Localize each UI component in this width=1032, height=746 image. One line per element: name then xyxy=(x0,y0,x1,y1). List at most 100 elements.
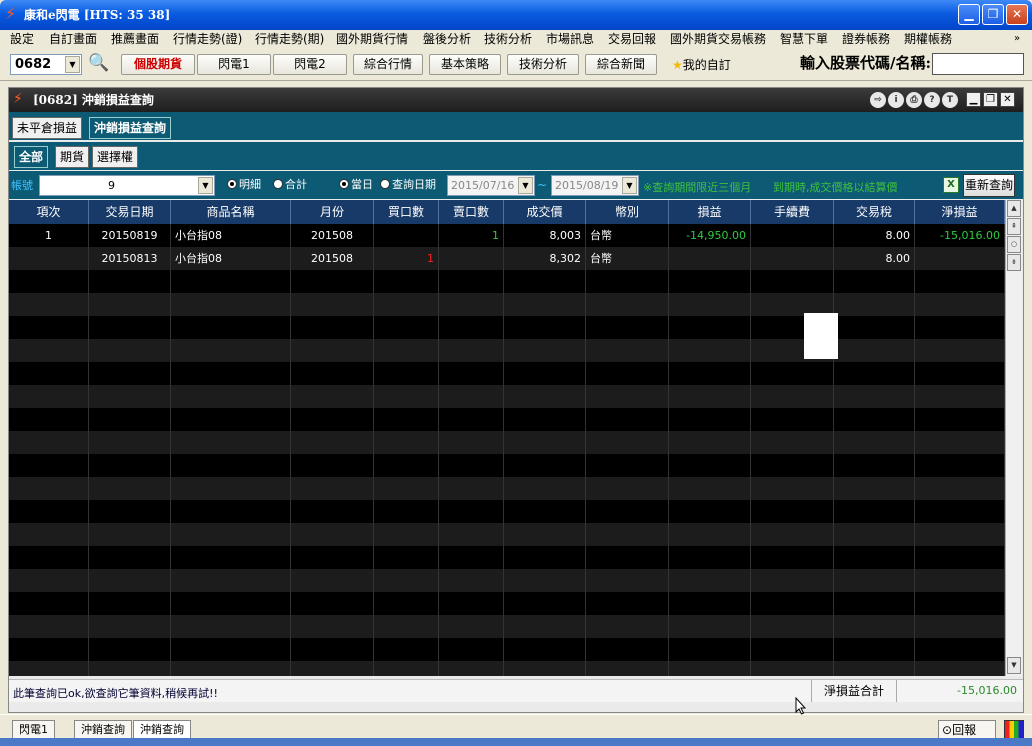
scroll-up-button[interactable]: ▲ xyxy=(1007,200,1021,217)
table-row[interactable] xyxy=(9,339,1005,362)
radio-detail[interactable]: 明細 xyxy=(227,178,261,191)
col-month-header[interactable]: 月份 xyxy=(291,200,374,224)
table-row[interactable] xyxy=(9,454,1005,477)
overall-news-button[interactable]: 綜合新聞 xyxy=(585,54,657,75)
scroll-down-button[interactable]: ▼ xyxy=(1007,657,1021,674)
menu-after-hours-analysis[interactable]: 盤後分析 xyxy=(423,32,471,46)
menu-quotes-stock[interactable]: 行情走勢(證) xyxy=(173,32,242,46)
grid-scrollbar[interactable]: ▲ ⇞ ○ ⇟ ▼ xyxy=(1005,200,1022,676)
col-trade-date-header[interactable]: 交易日期 xyxy=(89,200,171,224)
table-row[interactable] xyxy=(9,546,1005,569)
stock-code-input[interactable] xyxy=(932,53,1024,75)
chart-icon[interactable] xyxy=(1004,720,1024,740)
col-product-name-header[interactable]: 商品名稱 xyxy=(171,200,291,224)
col-sell-lots-header[interactable]: 賣口數 xyxy=(439,200,504,224)
menu-quotes-futures[interactable]: 行情走勢(期) xyxy=(255,32,324,46)
close-button[interactable]: ✕ xyxy=(1006,4,1028,25)
requery-button[interactable]: 重新查詢 xyxy=(963,174,1015,197)
tab-offset-pl-query[interactable]: 沖銷損益查詢 xyxy=(89,117,172,139)
my-custom-button[interactable]: ★我的自訂 xyxy=(672,58,731,72)
task-offset-query-1[interactable]: 沖銷查詢 xyxy=(74,720,132,740)
flash2-button[interactable]: 閃電2 xyxy=(273,54,347,75)
col-index-header[interactable]: 項次 xyxy=(9,200,89,224)
tab-futures[interactable]: 期貨 xyxy=(55,146,90,168)
chevron-down-icon[interactable]: ▼ xyxy=(622,177,637,194)
chevron-down-icon[interactable]: ▼ xyxy=(65,56,80,73)
basic-strategy-button[interactable]: 基本策略 xyxy=(429,54,501,75)
col-pl-header[interactable]: 損益 xyxy=(669,200,751,224)
table-row[interactable] xyxy=(9,638,1005,661)
export-icon[interactable]: ⇨ xyxy=(870,92,886,108)
scroll-thumb[interactable]: ○ xyxy=(1007,236,1021,253)
col-buy-lots-header[interactable]: 買口數 xyxy=(374,200,439,224)
date-to-select[interactable]: 2015/08/19 ▼ xyxy=(551,175,639,196)
col-currency-header[interactable]: 幣別 xyxy=(586,200,669,224)
col-price-header[interactable]: 成交價 xyxy=(504,200,586,224)
scroll-up-fast-icon[interactable]: ⇞ xyxy=(1007,218,1021,235)
account-select[interactable]: 9 ▼ xyxy=(39,175,215,196)
table-row[interactable] xyxy=(9,592,1005,615)
menu-market-info[interactable]: 市場訊息 xyxy=(546,32,594,46)
tab-all[interactable]: 全部 xyxy=(14,146,49,168)
menu-smart-order[interactable]: 智慧下單 xyxy=(780,32,828,46)
panel-restore-button[interactable]: ❐ xyxy=(983,92,998,107)
cell-trade-date xyxy=(89,477,171,500)
table-row[interactable] xyxy=(9,431,1005,454)
table-row[interactable] xyxy=(9,385,1005,408)
col-net-pl-header[interactable]: 淨損益 xyxy=(915,200,1005,224)
table-row[interactable] xyxy=(9,500,1005,523)
scroll-down-fast-icon[interactable]: ⇟ xyxy=(1007,254,1021,271)
pin-icon[interactable]: T xyxy=(942,92,958,108)
table-row[interactable] xyxy=(9,569,1005,592)
panel-minimize-button[interactable]: ▁ xyxy=(966,92,981,107)
menu-futures-options-account[interactable]: 期權帳務 xyxy=(904,32,952,46)
col-fee-header[interactable]: 手續費 xyxy=(751,200,834,224)
task-flash1[interactable]: 閃電1 xyxy=(12,720,55,740)
menu-foreign-futures-account[interactable]: 國外期貨交易帳務 xyxy=(670,32,766,46)
excel-export-icon[interactable]: X xyxy=(943,177,959,193)
info-icon[interactable]: i xyxy=(888,92,904,108)
stock-futures-button[interactable]: 個股期貨 xyxy=(121,54,195,75)
table-row[interactable] xyxy=(9,316,1005,339)
help-icon[interactable]: ? xyxy=(924,92,940,108)
radio-query-date[interactable]: 查詢日期 xyxy=(380,178,436,191)
table-row[interactable] xyxy=(9,293,1005,316)
date-from-select[interactable]: 2015/07/16 ▼ xyxy=(447,175,535,196)
table-row[interactable]: 20150813 小台指08 201508 1 8,302 台幣 8.00 xyxy=(9,247,1005,270)
menu-technical-analysis[interactable]: 技術分析 xyxy=(484,32,532,46)
table-row[interactable] xyxy=(9,523,1005,546)
tab-options[interactable]: 選擇權 xyxy=(92,146,139,168)
report-button[interactable]: ⊙回報 xyxy=(938,720,996,740)
tab-open-position-pl[interactable]: 未平倉損益 xyxy=(12,117,83,139)
account-label: 帳號 xyxy=(11,179,33,192)
table-row[interactable] xyxy=(9,408,1005,431)
print-icon[interactable]: ⎙ xyxy=(906,92,922,108)
menu-overflow-icon[interactable]: » xyxy=(1014,32,1020,46)
stock-code-combo[interactable]: 0682 ▼ xyxy=(10,54,82,75)
chevron-down-icon[interactable]: ▼ xyxy=(198,177,213,194)
radio-today[interactable]: 當日 xyxy=(339,178,373,191)
table-row[interactable] xyxy=(9,270,1005,293)
task-offset-query-2[interactable]: 沖銷查詢 xyxy=(133,720,191,740)
technical-analysis-button[interactable]: 技術分析 xyxy=(507,54,579,75)
chevron-down-icon[interactable]: ▼ xyxy=(518,177,533,194)
menu-custom-screen[interactable]: 自訂畫面 xyxy=(49,32,97,46)
overall-quotes-button[interactable]: 綜合行情 xyxy=(353,54,423,75)
radio-total[interactable]: 合計 xyxy=(273,178,307,191)
search-icon[interactable]: 🔍 xyxy=(88,53,109,73)
menu-recommended-screen[interactable]: 推薦畫面 xyxy=(111,32,159,46)
flash1-button[interactable]: 閃電1 xyxy=(197,54,271,75)
col-tax-header[interactable]: 交易稅 xyxy=(834,200,915,224)
minimize-button[interactable]: ▁ xyxy=(958,4,980,25)
table-row[interactable] xyxy=(9,477,1005,500)
restore-button[interactable]: ❐ xyxy=(982,4,1004,25)
table-row[interactable]: 1 20150819 小台指08 201508 1 8,003 台幣 -14,950.00 8.… xyxy=(9,224,1005,247)
menu-securities-account[interactable]: 證券帳務 xyxy=(842,32,890,46)
panel-close-button[interactable]: ✕ xyxy=(1000,92,1015,107)
table-row[interactable] xyxy=(9,661,1005,676)
menu-foreign-futures-quotes[interactable]: 國外期貨行情 xyxy=(336,32,408,46)
menu-trade-report[interactable]: 交易回報 xyxy=(608,32,656,46)
menu-settings[interactable]: 設定 xyxy=(10,32,34,46)
table-row[interactable] xyxy=(9,615,1005,638)
table-row[interactable] xyxy=(9,362,1005,385)
